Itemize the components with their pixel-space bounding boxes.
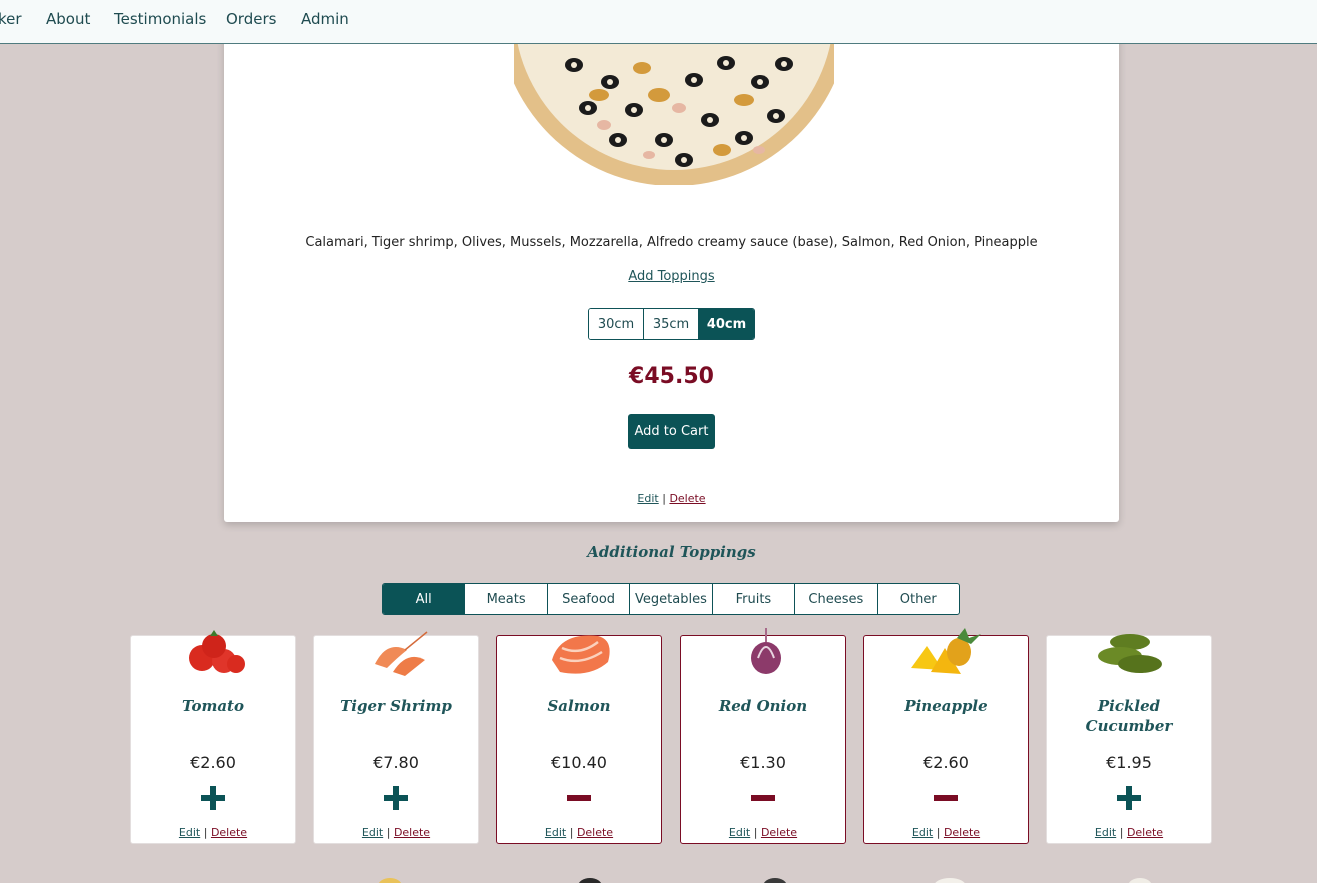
topping-price: €2.60	[190, 753, 236, 772]
topping-price: €1.30	[740, 753, 786, 772]
product-price: €45.50	[629, 364, 714, 389]
topping-name: Tiger Shrimp	[340, 697, 452, 715]
separator: |	[386, 826, 391, 839]
topping-name: Red Onion	[718, 697, 808, 715]
size-30cm-button[interactable]: 30cm	[589, 309, 644, 339]
topping-edit-delete: Edit | Delete	[681, 826, 845, 839]
add-toppings-link[interactable]: Add Toppings	[224, 269, 1119, 284]
edit-topping-link[interactable]: Edit	[362, 826, 383, 839]
topping-card-salmon: Salmon €10.40 Edit | Delete	[496, 635, 662, 844]
minus-icon[interactable]	[564, 783, 594, 813]
topping-name: Pineapple	[904, 697, 988, 715]
filter-tab-all[interactable]: All	[383, 584, 466, 614]
edit-topping-link[interactable]: Edit	[729, 826, 750, 839]
topping-filter-tabs: All Meats Seafood Vegetables Fruits Chee…	[382, 583, 960, 615]
edit-topping-link[interactable]: Edit	[1095, 826, 1116, 839]
filter-tab-cheeses[interactable]: Cheeses	[795, 584, 878, 614]
delete-topping-link[interactable]: Delete	[1127, 826, 1163, 839]
edit-topping-link[interactable]: Edit	[545, 826, 566, 839]
nav-item-testimonials[interactable]: Testimonials	[114, 10, 206, 28]
tomato-image	[189, 630, 245, 673]
topping-edit-delete: Edit | Delete	[864, 826, 1028, 839]
topping-edit-delete: Edit | Delete	[1047, 826, 1211, 839]
ingredients-text: Calamari, Tiger shrimp, Olives, Mussels,…	[305, 235, 1038, 250]
filter-tab-seafood[interactable]: Seafood	[548, 584, 631, 614]
separator: |	[203, 826, 208, 839]
delete-topping-link[interactable]: Delete	[761, 826, 797, 839]
nav-item-admin[interactable]: Admin	[301, 10, 349, 28]
topping-price: €7.80	[373, 753, 419, 772]
size-selector: 30cm 35cm 40cm	[588, 308, 755, 340]
filter-tab-other[interactable]: Other	[878, 584, 959, 614]
topping-name: Tomato	[182, 697, 244, 715]
filter-tab-meats[interactable]: Meats	[465, 584, 548, 614]
separator: |	[753, 826, 758, 839]
delete-topping-link[interactable]: Delete	[577, 826, 613, 839]
nav-item-orders[interactable]: Orders	[226, 10, 276, 28]
separator: |	[1119, 826, 1124, 839]
edit-topping-link[interactable]: Edit	[179, 826, 200, 839]
filter-tab-vegetables[interactable]: Vegetables	[630, 584, 713, 614]
product-card: Calamari, Tiger shrimp, Olives, Mussels,…	[224, 0, 1119, 522]
size-35cm-button[interactable]: 35cm	[644, 309, 699, 339]
topping-card-pickled-cucumber: Pickled Cucumber €1.95 Edit | Delete	[1046, 634, 1212, 844]
topping-edit-delete: Edit | Delete	[314, 826, 478, 839]
add-to-cart-button[interactable]: Add to Cart	[628, 414, 715, 449]
next-row-images-peek	[378, 878, 1152, 883]
topping-card-red-onion: Red Onion €1.30 Edit | Delete	[680, 628, 846, 844]
plus-icon[interactable]	[1114, 783, 1144, 813]
pineapple-image	[911, 628, 981, 674]
edit-topping-link[interactable]: Edit	[912, 826, 933, 839]
topping-price: €2.60	[923, 753, 969, 772]
top-navbar: ker About Testimonials Orders Admin	[0, 0, 1317, 44]
topping-edit-delete: Edit | Delete	[131, 826, 295, 839]
size-40cm-button[interactable]: 40cm	[699, 309, 754, 339]
topping-card-tiger-shrimp: Tiger Shrimp €7.80 Edit | Delete	[313, 631, 479, 844]
separator: |	[662, 492, 666, 505]
topping-name: Pickled Cucumber	[1085, 697, 1173, 735]
shrimp-image	[375, 631, 428, 676]
plus-icon[interactable]	[381, 783, 411, 813]
minus-icon[interactable]	[931, 783, 961, 813]
plus-icon[interactable]	[198, 783, 228, 813]
salmon-image	[552, 635, 610, 674]
additional-toppings-title: Additional Toppings	[587, 543, 756, 561]
red-onion-image	[751, 628, 781, 674]
separator: |	[569, 826, 574, 839]
product-edit-delete: Edit | Delete	[224, 492, 1119, 505]
topping-price: €1.95	[1106, 753, 1152, 772]
edit-product-link[interactable]: Edit	[637, 492, 658, 505]
topping-name: Salmon	[547, 697, 611, 715]
delete-topping-link[interactable]: Delete	[944, 826, 980, 839]
separator: |	[936, 826, 941, 839]
topping-price: €10.40	[551, 753, 607, 772]
minus-icon[interactable]	[748, 783, 778, 813]
delete-product-link[interactable]: Delete	[669, 492, 705, 505]
topping-edit-delete: Edit | Delete	[497, 826, 661, 839]
delete-topping-link[interactable]: Delete	[211, 826, 247, 839]
nav-item-maker[interactable]: ker	[0, 10, 22, 28]
topping-card-tomato: Tomato €2.60 Edit | Delete	[130, 630, 296, 844]
pickles-image	[1098, 634, 1162, 673]
nav-item-about[interactable]: About	[46, 10, 90, 28]
delete-topping-link[interactable]: Delete	[394, 826, 430, 839]
filter-tab-fruits[interactable]: Fruits	[713, 584, 796, 614]
topping-card-pineapple: Pineapple €2.60 Edit | Delete	[863, 628, 1029, 844]
